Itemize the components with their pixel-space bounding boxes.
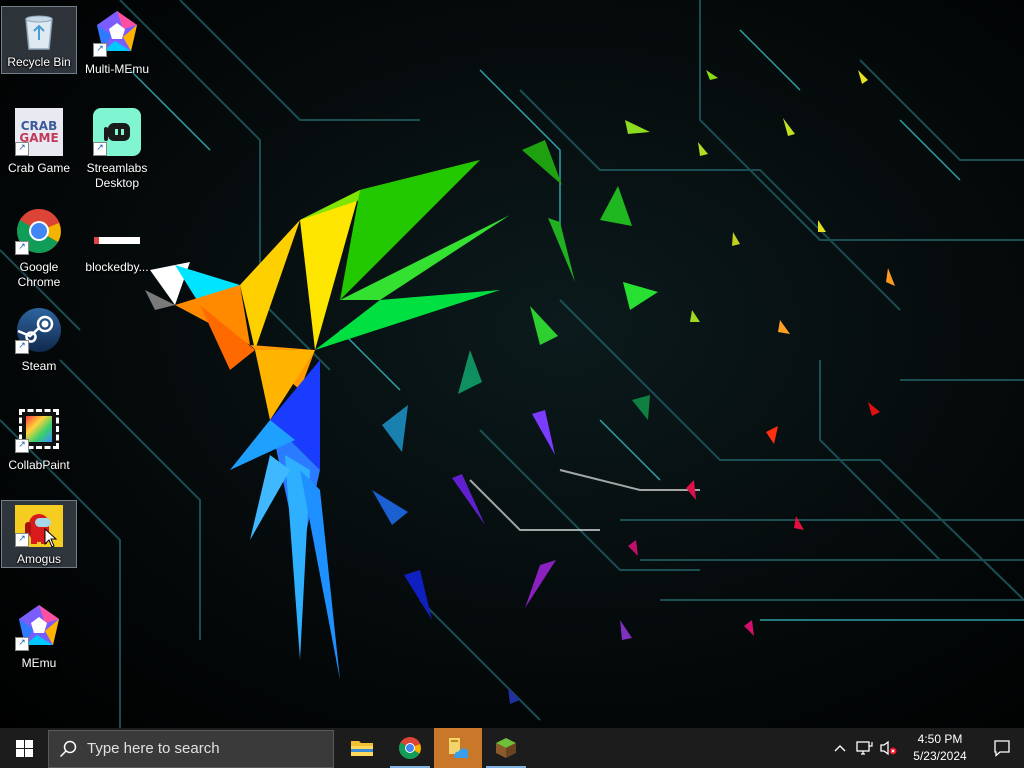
desktop-icon-memu[interactable]: ↗ MEmu <box>1 598 77 690</box>
shortcut-arrow-icon: ↗ <box>93 142 107 156</box>
desktop-icon-label: Crab Game <box>7 161 71 175</box>
desktop-icon-label: Streamlabs Desktop <box>86 161 148 190</box>
shortcut-arrow-icon: ↗ <box>15 340 29 354</box>
notification-icon <box>994 740 1010 757</box>
desktop-icon-collabpaint[interactable]: ↗ CollabPaint <box>1 400 77 492</box>
minecraft-icon <box>496 738 516 758</box>
taskbar: Type here to search 4:50 PM 5/23/2024 <box>0 728 1024 768</box>
desktop-icon-label: CollabPaint <box>8 458 70 472</box>
desktop-icon-label: Amogus <box>16 552 62 566</box>
network-icon <box>856 741 873 755</box>
mouse-cursor-icon <box>44 528 58 548</box>
desktop-icon-label: Google Chrome <box>17 260 61 289</box>
desktop-icon-recycle-bin[interactable]: Recycle Bin <box>1 6 77 74</box>
taskbar-active-app[interactable] <box>434 728 482 768</box>
multi-memu-icon: ↗ <box>93 9 141 57</box>
desktop-icon-label: Multi-MEmu <box>84 62 149 76</box>
shortcut-arrow-icon: ↗ <box>15 533 29 547</box>
taskbar-minecraft[interactable] <box>482 728 530 768</box>
search-icon <box>59 740 77 757</box>
chevron-up-icon <box>834 745 846 752</box>
memu-icon: ↗ <box>15 603 63 651</box>
taskbar-file-explorer[interactable] <box>338 728 386 768</box>
desktop-icon-google-chrome[interactable]: ↗ Google Chrome <box>1 202 77 294</box>
folder-icon <box>351 741 373 756</box>
show-hidden-icons-chevron[interactable] <box>828 728 852 768</box>
action-center-button[interactable] <box>980 728 1024 768</box>
shortcut-arrow-icon: ↗ <box>15 637 29 651</box>
desktop-icon-streamlabs[interactable]: ↗ Streamlabs Desktop <box>79 103 155 195</box>
desktop-icon-multi-memu[interactable]: ↗ Multi-MEmu <box>79 4 155 96</box>
desktop-icon-amogus[interactable]: ↗ Amogus <box>1 500 77 568</box>
shortcut-arrow-icon: ↗ <box>15 241 29 255</box>
chrome-icon: ↗ <box>15 207 63 255</box>
taskbar-clock[interactable]: 4:50 PM 5/23/2024 <box>900 731 980 765</box>
desktop-icon-blockedby[interactable]: blockedby... <box>79 202 155 294</box>
volume-status[interactable] <box>876 728 900 768</box>
desktop-icon-label: Recycle Bin <box>7 55 71 69</box>
taskbar-google-chrome[interactable] <box>386 728 434 768</box>
windows-logo-icon <box>15 739 33 757</box>
app-icon <box>449 738 468 758</box>
desktop-icon-label: blockedby... <box>85 260 149 274</box>
desktop-icon-label: MEmu <box>21 656 57 670</box>
volume-muted-icon <box>880 740 897 756</box>
recycle-bin-icon <box>19 11 59 51</box>
shortcut-arrow-icon: ↗ <box>15 142 29 156</box>
search-placeholder: Type here to search <box>87 740 220 757</box>
chrome-icon <box>399 737 421 759</box>
desktop-icon-label: Steam <box>21 359 57 373</box>
file-icon <box>93 207 141 255</box>
shortcut-arrow-icon: ↗ <box>15 439 29 453</box>
desktop-icon-steam[interactable]: ↗ Steam <box>1 301 77 393</box>
start-button[interactable] <box>0 728 48 768</box>
clock-date: 5/23/2024 <box>913 749 967 763</box>
steam-icon: ↗ <box>15 306 63 354</box>
network-status[interactable] <box>852 728 876 768</box>
shortcut-arrow-icon: ↗ <box>93 43 107 57</box>
crab-game-icon: CRAB GAME ↗ <box>15 108 63 156</box>
system-tray: 4:50 PM 5/23/2024 <box>828 728 1024 768</box>
streamlabs-icon: ↗ <box>93 108 141 156</box>
collabpaint-icon: ↗ <box>15 405 63 453</box>
taskbar-search-box[interactable]: Type here to search <box>48 729 334 768</box>
desktop-icon-crab-game[interactable]: CRAB GAME ↗ Crab Game <box>1 103 77 195</box>
clock-time: 4:50 PM <box>917 732 963 746</box>
